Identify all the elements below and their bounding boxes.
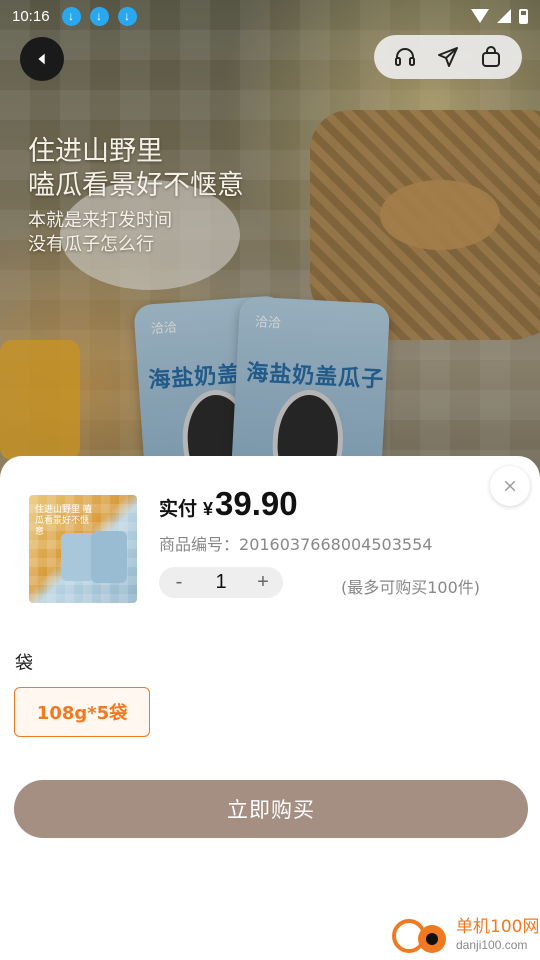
price-value: 39.90 bbox=[215, 485, 298, 522]
watermark-logo-icon bbox=[390, 915, 452, 955]
hero-slogan-line: 本就是来打发时间 bbox=[28, 210, 172, 231]
back-button[interactable] bbox=[20, 37, 64, 81]
customer-service-icon[interactable] bbox=[392, 44, 418, 70]
quantity-value[interactable]: 1 bbox=[215, 571, 226, 594]
watermark-url: danji100.com bbox=[456, 938, 528, 952]
hero-slogan: 住进山野里 嗑瓜看景好不惬意 本就是来打发时间 没有瓜子怎么行 bbox=[28, 135, 244, 257]
sku-row: 商品编号：2016037668004503554 bbox=[159, 531, 432, 555]
wifi-icon bbox=[471, 9, 489, 23]
download-icon: ↓ bbox=[117, 6, 137, 26]
purchase-limit-note: (最多可购买100件) bbox=[341, 578, 481, 597]
increase-button[interactable]: + bbox=[255, 571, 271, 594]
watermark-title: 单机100网 bbox=[456, 917, 540, 937]
quantity-stepper: - 1 + bbox=[159, 567, 283, 598]
spec-option-chip[interactable]: 108g*5袋 bbox=[14, 687, 150, 737]
top-action-bar bbox=[374, 35, 522, 79]
spec-group-label: 袋 bbox=[15, 653, 33, 674]
price-row: 实付 ¥ 39.90 bbox=[159, 485, 298, 523]
signal-icon bbox=[497, 9, 511, 23]
buy-now-button[interactable]: 立即购买 bbox=[14, 780, 528, 838]
status-bar: 10:16 ↓ ↓ ↓ bbox=[0, 0, 540, 32]
status-time: 10:16 bbox=[12, 7, 50, 25]
shopping-bag-icon[interactable] bbox=[478, 44, 504, 70]
hero-slogan-line: 住进山野里 bbox=[28, 136, 163, 167]
sku-label: 商品编号： bbox=[159, 535, 240, 554]
decrease-button[interactable]: - bbox=[171, 571, 187, 594]
close-button[interactable] bbox=[490, 466, 530, 506]
back-arrow-icon bbox=[38, 53, 45, 65]
download-icon: ↓ bbox=[89, 6, 109, 26]
site-watermark: 单机100网 danji100.com bbox=[390, 915, 539, 955]
product-thumbnail: 住进山野里 嗑瓜看景好不惬意 bbox=[29, 495, 137, 603]
hero-slogan-line: 没有瓜子怎么行 bbox=[28, 234, 154, 255]
download-icon: ↓ bbox=[61, 6, 81, 26]
currency-symbol: ¥ bbox=[203, 499, 214, 519]
close-icon bbox=[504, 480, 516, 492]
hero-slogan-line: 嗑瓜看景好不惬意 bbox=[28, 170, 244, 201]
share-icon[interactable] bbox=[435, 44, 461, 70]
sku-value: 2016037668004503554 bbox=[239, 535, 433, 554]
price-label: 实付 bbox=[159, 498, 198, 520]
battery-icon bbox=[519, 8, 528, 24]
